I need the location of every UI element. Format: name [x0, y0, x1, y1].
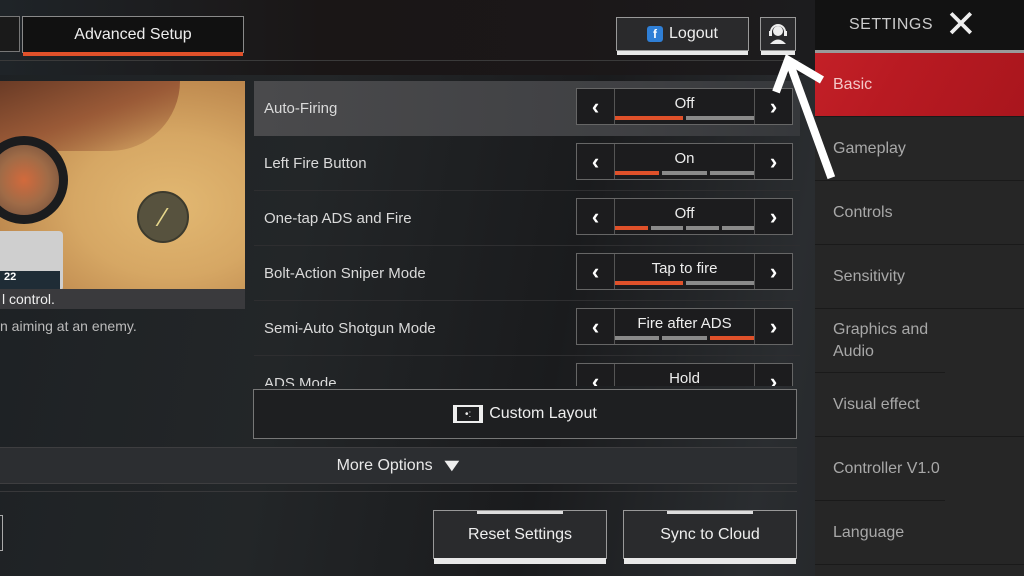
- option-value: Off: [674, 95, 695, 112]
- setting-preview: 22 ⁄ l control.: [0, 81, 245, 309]
- sidebar-item-gameplay[interactable]: Gameplay: [815, 117, 1024, 181]
- option-selector[interactable]: ‹ Off ›: [576, 88, 793, 125]
- settings-sidebar: SETTINGS ✕ Basic Gameplay Controls Sensitiv…: [815, 0, 1024, 576]
- chevron-right-icon[interactable]: ›: [754, 364, 792, 386]
- sidebar-item-language[interactable]: Language: [815, 501, 1024, 565]
- sidebar-header: SETTINGS ✕: [815, 0, 1024, 53]
- logout-button[interactable]: f Logout: [616, 17, 749, 55]
- option-segment: [709, 336, 754, 340]
- option-value: On: [674, 150, 695, 167]
- sidebar-item-controller-v1-0[interactable]: Controller V1.0: [815, 437, 945, 501]
- option-segment: [615, 281, 683, 285]
- option-value: Fire after ADS: [637, 315, 732, 332]
- chevron-right-icon[interactable]: ›: [754, 309, 792, 344]
- support-button[interactable]: [760, 17, 796, 55]
- chevron-left-icon[interactable]: ‹: [577, 89, 615, 124]
- close-icon[interactable]: ✕: [945, 6, 977, 44]
- preview-caption: l control.: [0, 289, 245, 309]
- chevron-left-icon[interactable]: ‹: [577, 309, 615, 344]
- option-segment: [686, 226, 719, 230]
- setting-row[interactable]: ADS Mode ‹ Hold ›: [254, 356, 800, 386]
- sync-to-cloud-button[interactable]: Sync to Cloud: [623, 510, 797, 564]
- setting-row[interactable]: Auto-Firing ‹ Off ›: [254, 81, 800, 136]
- chevron-right-icon[interactable]: ›: [754, 199, 792, 234]
- headset-support-icon: [769, 24, 787, 44]
- sync-to-cloud-label: Sync to Cloud: [660, 525, 760, 543]
- option-segment: [662, 336, 707, 340]
- option-segment: [650, 226, 683, 230]
- chevron-down-icon: ▼: [439, 455, 465, 475]
- layout-icon: •:: [453, 405, 484, 423]
- option-selector[interactable]: ‹ Hold ›: [576, 363, 793, 386]
- option-indicator: [615, 226, 754, 230]
- logout-label: Logout: [669, 25, 718, 42]
- option-selector[interactable]: ‹ Fire after ADS ›: [576, 308, 793, 345]
- option-value-display: On: [615, 144, 754, 179]
- setting-row[interactable]: Bolt-Action Sniper Mode ‹ Tap to fire ›: [254, 246, 800, 301]
- option-value-display: Tap to fire: [615, 254, 754, 289]
- setting-row[interactable]: Semi-Auto Shotgun Mode ‹ Fire after ADS …: [254, 301, 800, 356]
- sidebar-title: SETTINGS: [849, 16, 934, 33]
- preview-image: 22 ⁄: [0, 81, 245, 291]
- option-segment: [615, 171, 660, 175]
- option-value: Off: [674, 205, 695, 222]
- settings-list[interactable]: Auto-Firing ‹ Off › Left Fire Button ‹ O…: [254, 81, 800, 386]
- option-segment: [709, 171, 754, 175]
- option-segment: [615, 336, 660, 340]
- option-value-display: Off: [615, 199, 754, 234]
- option-indicator: [615, 171, 754, 175]
- option-segment: [686, 116, 754, 120]
- chevron-right-icon[interactable]: ›: [754, 144, 792, 179]
- sidebar-item-graphics-and-audio[interactable]: Graphics and Audio: [815, 309, 945, 373]
- option-segment: [615, 116, 683, 120]
- sidebar-item-basic[interactable]: Basic: [815, 53, 1024, 117]
- setting-row[interactable]: Left Fire Button ‹ On ›: [254, 136, 800, 191]
- option-value-display: Fire after ADS: [615, 309, 754, 344]
- tab-advanced-setup[interactable]: Advanced Setup: [22, 16, 244, 56]
- option-segment: [721, 226, 754, 230]
- setting-row[interactable]: One-tap ADS and Fire ‹ Off ›: [254, 191, 800, 246]
- custom-layout-button[interactable]: •: Custom Layout: [253, 389, 797, 439]
- option-value-display: Off: [615, 89, 754, 124]
- chevron-left-icon[interactable]: ‹: [577, 254, 615, 289]
- sidebar-item-visual-effect[interactable]: Visual effect: [815, 373, 1024, 437]
- tab-advanced-setup-label: Advanced Setup: [74, 25, 192, 43]
- option-indicator: [615, 336, 754, 340]
- divider: [0, 60, 800, 61]
- option-segment: [662, 171, 707, 175]
- chevron-left-icon[interactable]: ‹: [577, 199, 615, 234]
- divider: [0, 491, 797, 492]
- sidebar-item-controls[interactable]: Controls: [815, 181, 1024, 245]
- preview-ammo-count: 22: [0, 271, 60, 289]
- option-segment: [615, 226, 648, 230]
- option-value: Tap to fire: [651, 260, 718, 277]
- reset-settings-button[interactable]: Reset Settings: [433, 510, 607, 564]
- custom-layout-label: Custom Layout: [489, 405, 597, 422]
- tab-basic-setup-partial[interactable]: [0, 16, 20, 52]
- reset-settings-label: Reset Settings: [467, 525, 573, 543]
- partial-button[interactable]: [0, 515, 3, 551]
- option-indicator: [615, 281, 754, 285]
- option-selector[interactable]: ‹ Tap to fire ›: [576, 253, 793, 290]
- option-segment: [686, 281, 754, 285]
- sidebar-item-sensitivity[interactable]: Sensitivity: [815, 245, 1024, 309]
- facebook-icon: f: [647, 26, 664, 42]
- option-indicator: [615, 116, 754, 120]
- option-value: Hold: [669, 370, 700, 386]
- option-selector[interactable]: ‹ Off ›: [576, 198, 793, 235]
- preview-description: n aiming at an enemy.: [0, 318, 137, 334]
- chevron-right-icon[interactable]: ›: [754, 254, 792, 289]
- more-options-button[interactable]: More Options ▼: [0, 447, 797, 484]
- more-options-label: More Options: [336, 456, 433, 474]
- option-selector[interactable]: ‹ On ›: [576, 143, 793, 180]
- chevron-left-icon[interactable]: ‹: [577, 364, 615, 386]
- chevron-right-icon[interactable]: ›: [754, 89, 792, 124]
- sidebar-nav: Basic Gameplay Controls Sensitivity Graphics…: [815, 53, 1024, 565]
- chevron-left-icon[interactable]: ‹: [577, 144, 615, 179]
- option-value-display: Hold: [615, 364, 754, 386]
- fire-button-icon: ⁄: [137, 191, 189, 243]
